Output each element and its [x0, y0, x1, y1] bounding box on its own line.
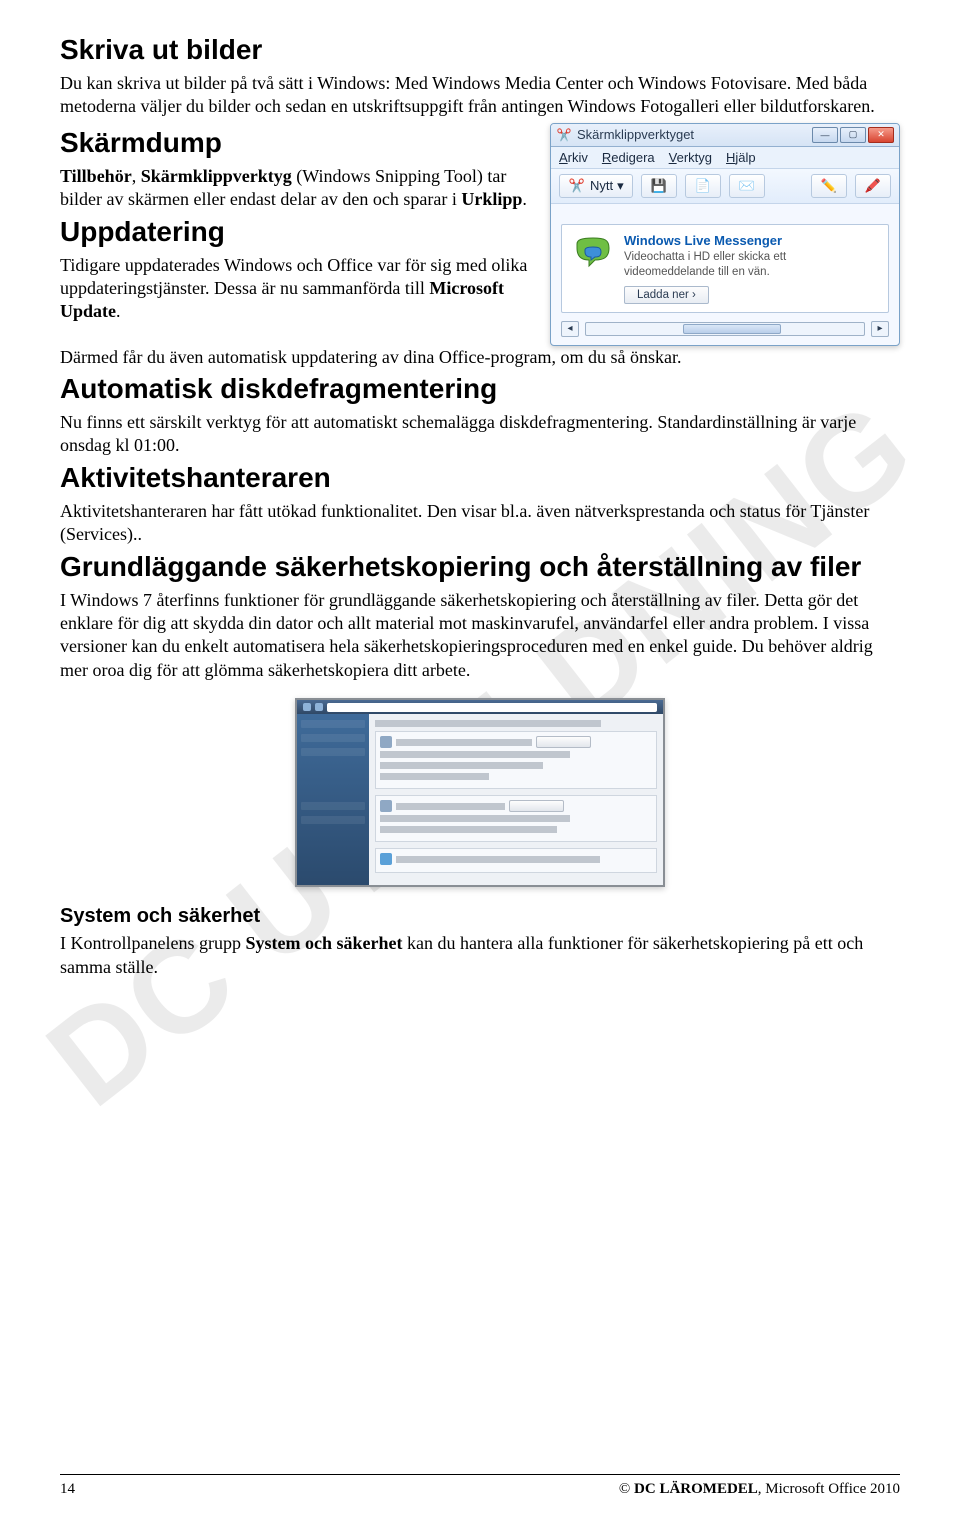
- snipping-tool-window: ✂️ Skärmklippverktyget — ▢ ✕ Arkiv Redig…: [550, 123, 900, 346]
- paragraph-uppdatering-2: Därmed får du även automatisk uppdaterin…: [60, 346, 900, 369]
- page-footer: 14 © DC LÄROMEDEL, Microsoft Office 2010: [60, 1474, 900, 1498]
- new-snip-label: Nytt: [590, 178, 613, 193]
- save-icon: 💾: [650, 177, 668, 195]
- highlighter-button[interactable]: 🖍️: [855, 174, 891, 198]
- menu-verktyg[interactable]: Verktyg: [669, 150, 712, 165]
- paragraph-skarmdump: Tillbehör, Skärmklippverktyg (Windows Sn…: [60, 165, 536, 212]
- paragraph-system: I Kontrollpanelens grupp System och säke…: [60, 932, 900, 979]
- toolbar: ✂️ Nytt ▾ 💾 📄 ✉️ ✏️ 🖍️: [551, 169, 899, 204]
- heading-defrag: Automatisk diskdefragmentering: [60, 373, 900, 405]
- paragraph-aktivitet: Aktivitetshanteraren har fått utökad fun…: [60, 500, 900, 547]
- mail-button[interactable]: ✉️: [729, 174, 765, 198]
- popup-title: Windows Live Messenger: [624, 233, 880, 248]
- heading-aktivitet: Aktivitetshanteraren: [60, 462, 900, 494]
- pen-button[interactable]: ✏️: [811, 174, 847, 198]
- copy-icon: 📄: [694, 177, 712, 195]
- new-snip-button[interactable]: ✂️ Nytt ▾: [559, 174, 633, 198]
- heading-backup: Grundläggande säkerhetskopiering och åte…: [60, 551, 900, 583]
- heading-skriva: Skriva ut bilder: [60, 34, 900, 66]
- page-content: Skriva ut bilder Du kan skriva ut bilder…: [60, 34, 900, 979]
- horizontal-scrollbar[interactable]: ◂ ▸: [561, 321, 889, 337]
- paragraph-defrag: Nu finns ett särskilt verktyg för att au…: [60, 411, 900, 458]
- popup-text: Videochatta i HD eller skicka ett videom…: [624, 250, 880, 280]
- scissors-icon: ✂️: [568, 177, 586, 195]
- page-number: 14: [60, 1481, 75, 1498]
- minimize-button[interactable]: —: [812, 127, 838, 143]
- save-button[interactable]: 💾: [641, 174, 677, 198]
- scroll-track[interactable]: [585, 322, 865, 336]
- menu-hjalp[interactable]: Hjälp: [726, 150, 756, 165]
- pen-icon: ✏️: [820, 177, 838, 195]
- dropdown-arrow-icon: ▾: [617, 178, 624, 194]
- scroll-right-icon[interactable]: ▸: [871, 321, 889, 337]
- menu-redigera[interactable]: Redigera: [602, 150, 655, 165]
- paragraph-uppdatering-1: Tidigare uppdaterades Windows och Office…: [60, 254, 536, 324]
- heading-system: System och säkerhet: [60, 905, 900, 928]
- copyright: © DC LÄROMEDEL, Microsoft Office 2010: [619, 1481, 900, 1498]
- menu-arkiv[interactable]: Arkiv: [559, 150, 588, 165]
- scroll-left-icon[interactable]: ◂: [561, 321, 579, 337]
- maximize-button[interactable]: ▢: [840, 127, 866, 143]
- heading-uppdatering: Uppdatering: [60, 216, 536, 248]
- paragraph-backup: I Windows 7 återfinns funktioner för gru…: [60, 589, 900, 683]
- highlighter-icon: 🖍️: [864, 177, 882, 195]
- mail-icon: ✉️: [738, 177, 756, 195]
- popup-download-button[interactable]: Ladda ner ›: [624, 286, 709, 304]
- menubar: Arkiv Redigera Verktyg Hjälp: [551, 147, 899, 169]
- messenger-popup: Windows Live Messenger Videochatta i HD …: [561, 224, 889, 313]
- scroll-thumb[interactable]: [683, 324, 780, 334]
- window-title: Skärmklippverktyget: [577, 127, 807, 142]
- paragraph-skriva: Du kan skriva ut bilder på två sätt i Wi…: [60, 72, 900, 119]
- heading-skarmdump: Skärmdump: [60, 127, 536, 159]
- copy-button[interactable]: 📄: [685, 174, 721, 198]
- close-button[interactable]: ✕: [868, 127, 894, 143]
- control-panel-screenshot: [295, 698, 665, 887]
- arrow-right-icon: ›: [692, 289, 696, 301]
- messenger-icon: [570, 233, 616, 279]
- window-titlebar[interactable]: ✂️ Skärmklippverktyget — ▢ ✕: [551, 124, 899, 147]
- app-icon: ✂️: [556, 127, 572, 143]
